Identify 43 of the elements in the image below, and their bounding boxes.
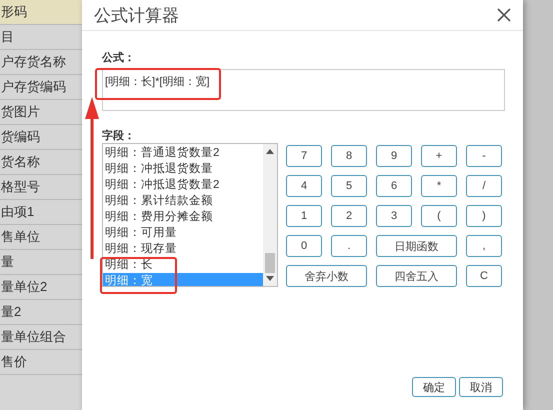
keypad-button[interactable]: 日期函数 — [376, 235, 457, 257]
keypad-button[interactable]: 1 — [286, 205, 322, 227]
keypad-button[interactable]: - — [466, 145, 502, 167]
dialog-title: 公式计算器 — [94, 4, 179, 26]
scrollbar-thumb[interactable] — [265, 253, 275, 273]
field-item[interactable]: 明细：冲抵退货数量 — [103, 161, 263, 177]
scroll-down-icon[interactable] — [266, 276, 274, 282]
keypad-button[interactable]: ( — [421, 205, 457, 227]
scrollbar[interactable] — [263, 144, 277, 286]
sidebar-item[interactable]: 形码 — [0, 0, 82, 25]
keypad-button[interactable]: 4 — [286, 175, 322, 197]
field-item[interactable]: 明细：费用分摊金额 — [103, 209, 263, 225]
close-icon[interactable] — [497, 8, 511, 22]
keypad-button[interactable]: 7 — [286, 145, 322, 167]
field-item[interactable]: 明细：冲抵退货数量2 — [103, 177, 263, 193]
keypad-button[interactable]: * — [421, 175, 457, 197]
keypad-button[interactable]: / — [466, 175, 502, 197]
keypad-button[interactable]: 5 — [331, 175, 367, 197]
field-item[interactable]: 明细：可用量 — [103, 225, 263, 241]
keypad-button[interactable]: + — [421, 145, 457, 167]
formula-field[interactable]: [明细：长]*[明细：宽] — [102, 69, 505, 111]
scroll-up-icon[interactable] — [266, 148, 274, 154]
keypad-button[interactable]: 6 — [376, 175, 412, 197]
keypad-button[interactable]: 舍弃小数 — [286, 265, 367, 287]
keypad-button[interactable]: 8 — [331, 145, 367, 167]
dialog-button[interactable]: 确定 — [412, 377, 456, 397]
fields-label: 字段： — [102, 128, 136, 142]
dialog-button[interactable]: 取消 — [459, 377, 503, 397]
keypad-button[interactable]: 0 — [286, 235, 322, 257]
keypad-button[interactable]: C — [466, 265, 502, 287]
keypad-button[interactable]: 3 — [376, 205, 412, 227]
keypad-button[interactable]: , — [466, 235, 502, 257]
keypad-button[interactable]: 9 — [376, 145, 412, 167]
field-item[interactable]: 明细：长 — [103, 257, 263, 273]
field-item[interactable]: 明细：累计结款金额 — [103, 193, 263, 209]
formula-label: 公式： — [102, 50, 136, 64]
field-item[interactable]: 明细：现存量 — [103, 241, 263, 257]
keypad-button[interactable]: . — [331, 235, 367, 257]
field-list[interactable]: 明细：普通退货数量2 明细：冲抵退货数量 明细：冲抵退货数量2 明细：累计结款金额 明细：费用分摊金额 明细：可用量 明细：现存量 明细：长 明细：宽 — [102, 143, 278, 287]
keypad-button[interactable]: ) — [466, 205, 502, 227]
keypad-button[interactable]: 2 — [331, 205, 367, 227]
keypad-button[interactable]: 四舍五入 — [376, 265, 457, 287]
field-item[interactable]: 明细：普通退货数量2 — [103, 145, 263, 161]
